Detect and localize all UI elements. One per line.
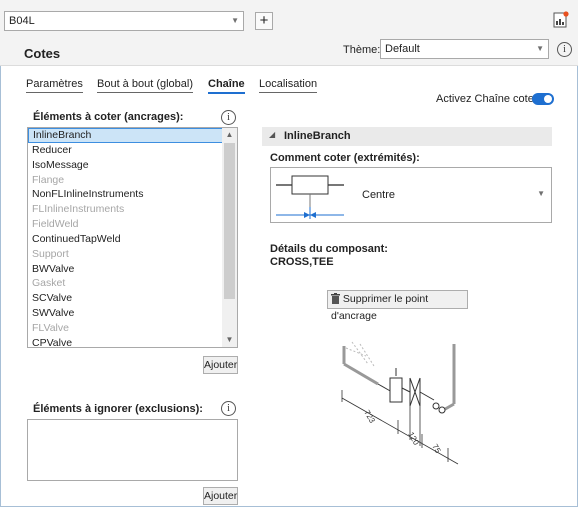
- exclusions-label: Éléments à ignorer (exclusions):: [33, 403, 203, 415]
- chevron-down-icon: ▼: [537, 189, 545, 198]
- component-value: CROSS,TEE: [270, 256, 334, 268]
- how-select[interactable]: Centre ▼: [270, 167, 552, 223]
- list-item[interactable]: Gasket: [28, 276, 223, 291]
- list-item[interactable]: FLValve: [28, 321, 223, 336]
- list-item[interactable]: ContinuedTapWeld: [28, 232, 223, 247]
- isometric-dimension-illustration: 723 120 75: [341, 341, 459, 465]
- list-item[interactable]: IsoMessage: [28, 158, 223, 173]
- dimension-label-2: 120: [406, 431, 421, 448]
- center-dimension-icon: [276, 175, 344, 219]
- project-select[interactable]: B04L ▼: [4, 11, 244, 31]
- anchors-items: InlineBranch Reducer IsoMessage Flange NonFL…: [28, 128, 237, 347]
- info-icon[interactable]: i: [557, 42, 572, 57]
- tab-bout-a-bout[interactable]: Bout à bout (global): [97, 78, 194, 93]
- anchors-label: Éléments à coter (ancrages):: [33, 111, 184, 123]
- list-item[interactable]: SWValve: [28, 306, 223, 321]
- theme-label: Thème:: [343, 44, 381, 56]
- add-exclusion-button[interactable]: Ajouter: [203, 487, 238, 505]
- list-item[interactable]: Support: [28, 247, 223, 262]
- scroll-down-icon[interactable]: ▼: [222, 333, 237, 347]
- list-item[interactable]: SCValve: [28, 291, 223, 306]
- detail-section-title: InlineBranch: [284, 130, 351, 142]
- trash-icon: [331, 293, 340, 304]
- scrollbar[interactable]: ▲ ▼: [222, 128, 237, 347]
- add-button[interactable]: +: [255, 12, 273, 30]
- list-item[interactable]: Flange: [28, 173, 223, 188]
- tab-parametres[interactable]: Paramètres: [26, 78, 83, 93]
- scroll-up-icon[interactable]: ▲: [222, 128, 237, 142]
- component-label: Détails du composant:: [270, 243, 388, 255]
- exclusions-list[interactable]: [27, 419, 238, 481]
- list-item[interactable]: NonFLInlineInstruments: [28, 187, 223, 202]
- tab-chaine[interactable]: Chaîne: [208, 78, 245, 94]
- info-icon[interactable]: i: [221, 110, 236, 125]
- anchors-list[interactable]: InlineBranch Reducer IsoMessage Flange NonFL…: [27, 127, 238, 348]
- chain-toggle[interactable]: [532, 93, 554, 105]
- collapse-triangle-icon: ◢: [269, 130, 276, 139]
- project-select-value: B04L: [9, 15, 35, 27]
- chevron-down-icon: ▼: [536, 44, 544, 53]
- how-select-value: Centre: [362, 189, 396, 201]
- how-label: Comment coter (extrémités):: [270, 152, 420, 164]
- add-anchor-button[interactable]: Ajouter: [203, 356, 238, 374]
- info-icon[interactable]: i: [221, 401, 236, 416]
- list-item[interactable]: FLInlineInstruments: [28, 202, 223, 217]
- list-item[interactable]: CPValve: [28, 336, 223, 347]
- chevron-down-icon: ▼: [231, 16, 239, 25]
- page-title: Cotes: [24, 46, 61, 61]
- list-item[interactable]: Reducer: [28, 143, 223, 158]
- detail-section-header[interactable]: ◢ InlineBranch: [262, 127, 552, 146]
- report-icon[interactable]: [553, 11, 569, 29]
- list-item[interactable]: FieldWeld: [28, 217, 223, 232]
- theme-select[interactable]: Default ▼: [380, 39, 549, 59]
- chain-toggle-label: Activez Chaîne cotes:: [436, 93, 543, 105]
- remove-anchor-button[interactable]: Supprimer le point d'ancrage: [327, 290, 468, 322]
- dimension-label-3: 75: [430, 443, 443, 456]
- theme-select-value: Default: [385, 43, 420, 55]
- toggle-knob: [544, 95, 552, 103]
- dimension-label-1: 723: [362, 409, 377, 426]
- tab-localisation[interactable]: Localisation: [259, 78, 318, 93]
- scroll-thumb[interactable]: [224, 143, 235, 299]
- list-item[interactable]: InlineBranch: [28, 128, 223, 143]
- list-item[interactable]: BWValve: [28, 262, 223, 277]
